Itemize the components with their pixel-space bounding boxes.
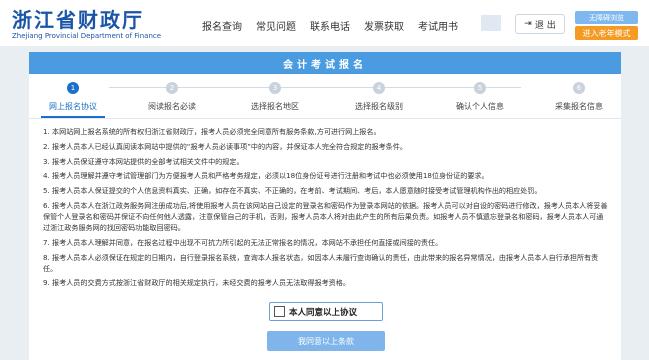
agree-checkbox-row[interactable]: 本人同意以上协议 bbox=[269, 302, 383, 321]
page-title: 会计考试报名 bbox=[29, 52, 621, 74]
step-6: 6 采集报名信息 bbox=[555, 82, 603, 111]
step-5: 5 确认个人信息 bbox=[456, 82, 504, 111]
term-item: 1. 本网站网上报名系统的所有权归浙江省财政厅，报考人员必须完全同意所有服务条款… bbox=[43, 127, 381, 136]
term-item: 3. 报考人员保证遵守本网站提供的全部考试相关文件中的规定。 bbox=[43, 156, 244, 166]
elder-mode-button[interactable]: 进入老年模式 bbox=[575, 26, 638, 40]
term-item: 8. 报考人员本人必须保证在规定的日期内，自行登录报名系统，查询本人报名状态，如… bbox=[43, 252, 599, 273]
logout-button[interactable]: ⇥ 退 出 bbox=[515, 14, 565, 34]
agree-label: 本人同意以上协议 bbox=[289, 307, 358, 318]
nav-item-exam-books[interactable]: 考试用书 bbox=[418, 18, 458, 33]
term-item: 9. 报考人员的交费方式按浙江省财政厅的相关规定执行，未经交费的报考人员无法取得… bbox=[43, 278, 350, 288]
term-item: 2. 报考人员本人已经认真阅读本网站中提供的“报考人员必读事项”中的内容，并保证… bbox=[43, 141, 407, 151]
registration-card: 会计考试报名 1 网上报名协议 2 阅读报名必读 3 选择报名地区 4 选择报名… bbox=[29, 52, 621, 360]
step-4: 4 选择报名级别 bbox=[355, 82, 403, 111]
nav-item-faq[interactable]: 常见问题 bbox=[256, 18, 296, 33]
main-nav: 报名查询 常见问题 联系电话 发票获取 考试用书 bbox=[202, 18, 458, 33]
term-item: 7. 报考人员本人理解并同意，在报名过程中出现不可抗力所引起的无法正常报名的情况… bbox=[43, 237, 443, 247]
accessibility-button[interactable]: 无障碍浏览 bbox=[575, 11, 638, 24]
nav-item-contact[interactable]: 联系电话 bbox=[310, 18, 350, 33]
logo-subtitle: Zhejiang Provincial Department of Financ… bbox=[12, 32, 162, 40]
step-1: 1 网上报名协议 bbox=[49, 82, 97, 111]
agree-checkbox[interactable] bbox=[274, 306, 285, 317]
user-avatar-placeholder bbox=[481, 15, 501, 31]
step-indicator: 1 网上报名协议 2 阅读报名必读 3 选择报名地区 4 选择报名级别 5 确认… bbox=[29, 82, 621, 118]
term-item: 6. 报考人员本人在浙江政务服务网注册成功后,将使用报考人员在该网站自己设定的登… bbox=[43, 200, 608, 232]
site-header: 浙江省财政厅 Zhejiang Provincial Department of… bbox=[0, 0, 649, 46]
logout-icon: ⇥ bbox=[524, 19, 532, 29]
agree-submit-button[interactable]: 我同意以上条款 bbox=[267, 331, 385, 351]
term-item: 4. 报考人员理解并遵守考试管理部门为方便报考人员和严格考务规定，必须以18位身… bbox=[43, 171, 489, 181]
logo-title[interactable]: 浙江省财政厅 bbox=[12, 8, 144, 32]
divider bbox=[29, 118, 621, 119]
step-2: 2 阅读报名必读 bbox=[148, 82, 196, 111]
step-3: 3 选择报名地区 bbox=[251, 82, 299, 111]
nav-item-registration-query[interactable]: 报名查询 bbox=[202, 18, 242, 33]
nav-item-invoice[interactable]: 发票获取 bbox=[364, 18, 404, 33]
term-item: 5. 报考人员本人保证提交的个人信息资料真实、正确，如存在不真实、不正确的，在考… bbox=[43, 186, 542, 196]
agreement-terms: 1. 本网站网上报名系统的所有权归浙江省财政厅，报考人员必须完全同意所有服务条款… bbox=[43, 126, 609, 292]
